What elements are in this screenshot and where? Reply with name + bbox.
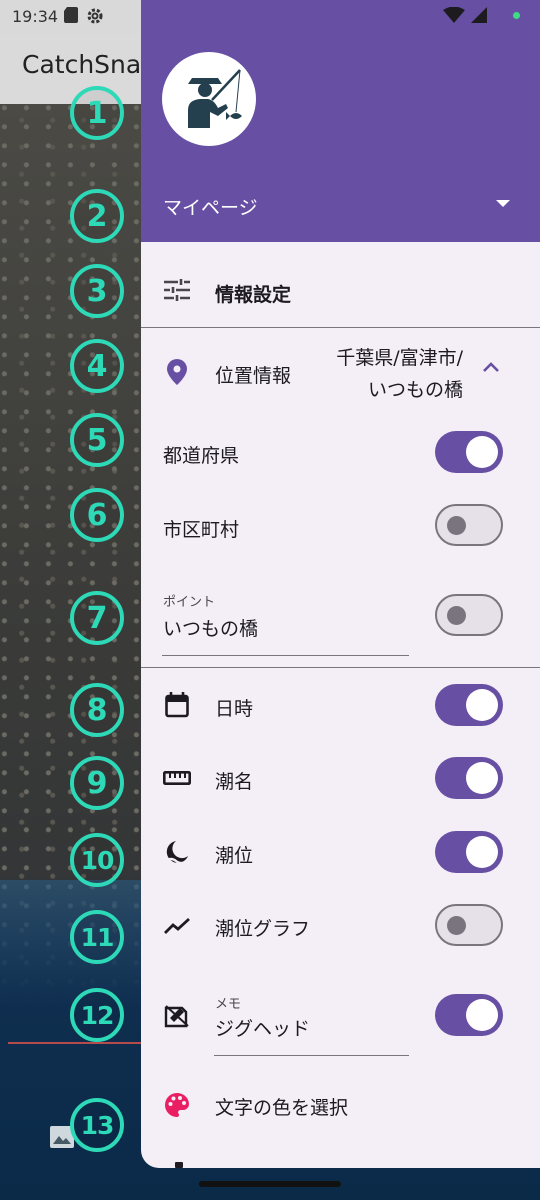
settings-icon (87, 8, 103, 24)
trend-graph-icon (163, 912, 191, 940)
datetime-switch[interactable] (435, 684, 503, 726)
ruler-icon (163, 764, 191, 792)
marker-5: 5 (70, 413, 124, 467)
prefecture-switch[interactable] (435, 431, 503, 473)
marker-7: 7 (70, 591, 124, 645)
divider (141, 327, 540, 328)
info-settings-row[interactable]: 情報設定 (141, 262, 540, 324)
privacy-dot (513, 11, 520, 19)
status-icons (64, 7, 104, 25)
location-pin-icon (163, 358, 191, 386)
marker-1: 1 (70, 86, 124, 140)
location-value-line1: 千葉県/富津市/ (336, 347, 463, 369)
status-time: 19:34 (12, 7, 59, 26)
location-value-line2: いつもの橋 (367, 379, 463, 401)
tide-name-label: 潮名 (215, 771, 254, 793)
datetime-label: 日時 (215, 698, 254, 720)
memo-input[interactable]: ジグヘッド (215, 1014, 310, 1041)
palette-icon (163, 1091, 191, 1119)
marker-2: 2 (70, 189, 124, 243)
calendar-icon (163, 691, 191, 719)
drawer-header: マイページ (141, 0, 540, 242)
tide-level-label: 潮位 (215, 845, 254, 867)
background-red-line (8, 1042, 148, 1044)
chevron-up-icon[interactable] (481, 360, 501, 374)
marker-4: 4 (70, 339, 124, 393)
marker-11: 11 (70, 910, 124, 964)
sd-card-icon (64, 7, 78, 23)
prefecture-label: 都道府県 (163, 445, 240, 467)
marker-10: 10 (70, 833, 124, 887)
point-caption: ポイント (163, 595, 216, 610)
avatar[interactable] (162, 52, 256, 146)
text-color-label: 文字の色を選択 (215, 1097, 349, 1119)
location-value: 千葉県/富津市/ いつもの橋 (303, 342, 463, 406)
city-switch[interactable] (435, 504, 503, 546)
point-underline (162, 655, 409, 656)
point-switch[interactable] (435, 594, 503, 636)
marker-9: 9 (70, 756, 124, 810)
location-label: 位置情報 (215, 365, 292, 387)
memo-underline (214, 1055, 409, 1056)
gesture-nav-bar[interactable] (199, 1181, 341, 1187)
divider (141, 667, 540, 668)
wifi-icon (443, 7, 465, 23)
drawer-status-icons (443, 7, 520, 23)
tide-name-switch[interactable] (435, 757, 503, 799)
tune-icon (163, 276, 191, 304)
marker-8: 8 (70, 683, 124, 737)
header-account-label[interactable]: マイページ (163, 193, 258, 220)
point-input[interactable]: いつもの橋 (163, 614, 258, 641)
memo-caption: メモ (215, 997, 242, 1012)
marker-3: 3 (70, 264, 124, 318)
info-settings-label: 情報設定 (215, 284, 292, 306)
fisherman-logo-icon (188, 69, 242, 128)
navigation-drawer: マイページ 情報設定 位置情報 千葉県/富津市/ いつもの橋 都道府県 市区町村… (141, 0, 540, 1168)
tide-graph-switch[interactable] (435, 904, 503, 946)
signal-icon (471, 7, 487, 23)
marker-13: 13 (70, 1098, 124, 1152)
memo-switch[interactable] (435, 994, 503, 1036)
edit-note-icon (163, 1002, 191, 1030)
app-title: CatchSna (22, 50, 142, 79)
marker-6: 6 (70, 488, 124, 542)
tide-level-switch[interactable] (435, 831, 503, 873)
moon-icon (163, 838, 191, 866)
account-dropdown-icon[interactable] (496, 200, 510, 207)
text-color-row[interactable]: 文字の色を選択 (141, 1078, 540, 1132)
marker-12: 12 (70, 988, 124, 1042)
city-label: 市区町村 (163, 519, 240, 541)
next-item-peek (175, 1162, 183, 1168)
tide-graph-label: 潮位グラフ (215, 918, 311, 940)
